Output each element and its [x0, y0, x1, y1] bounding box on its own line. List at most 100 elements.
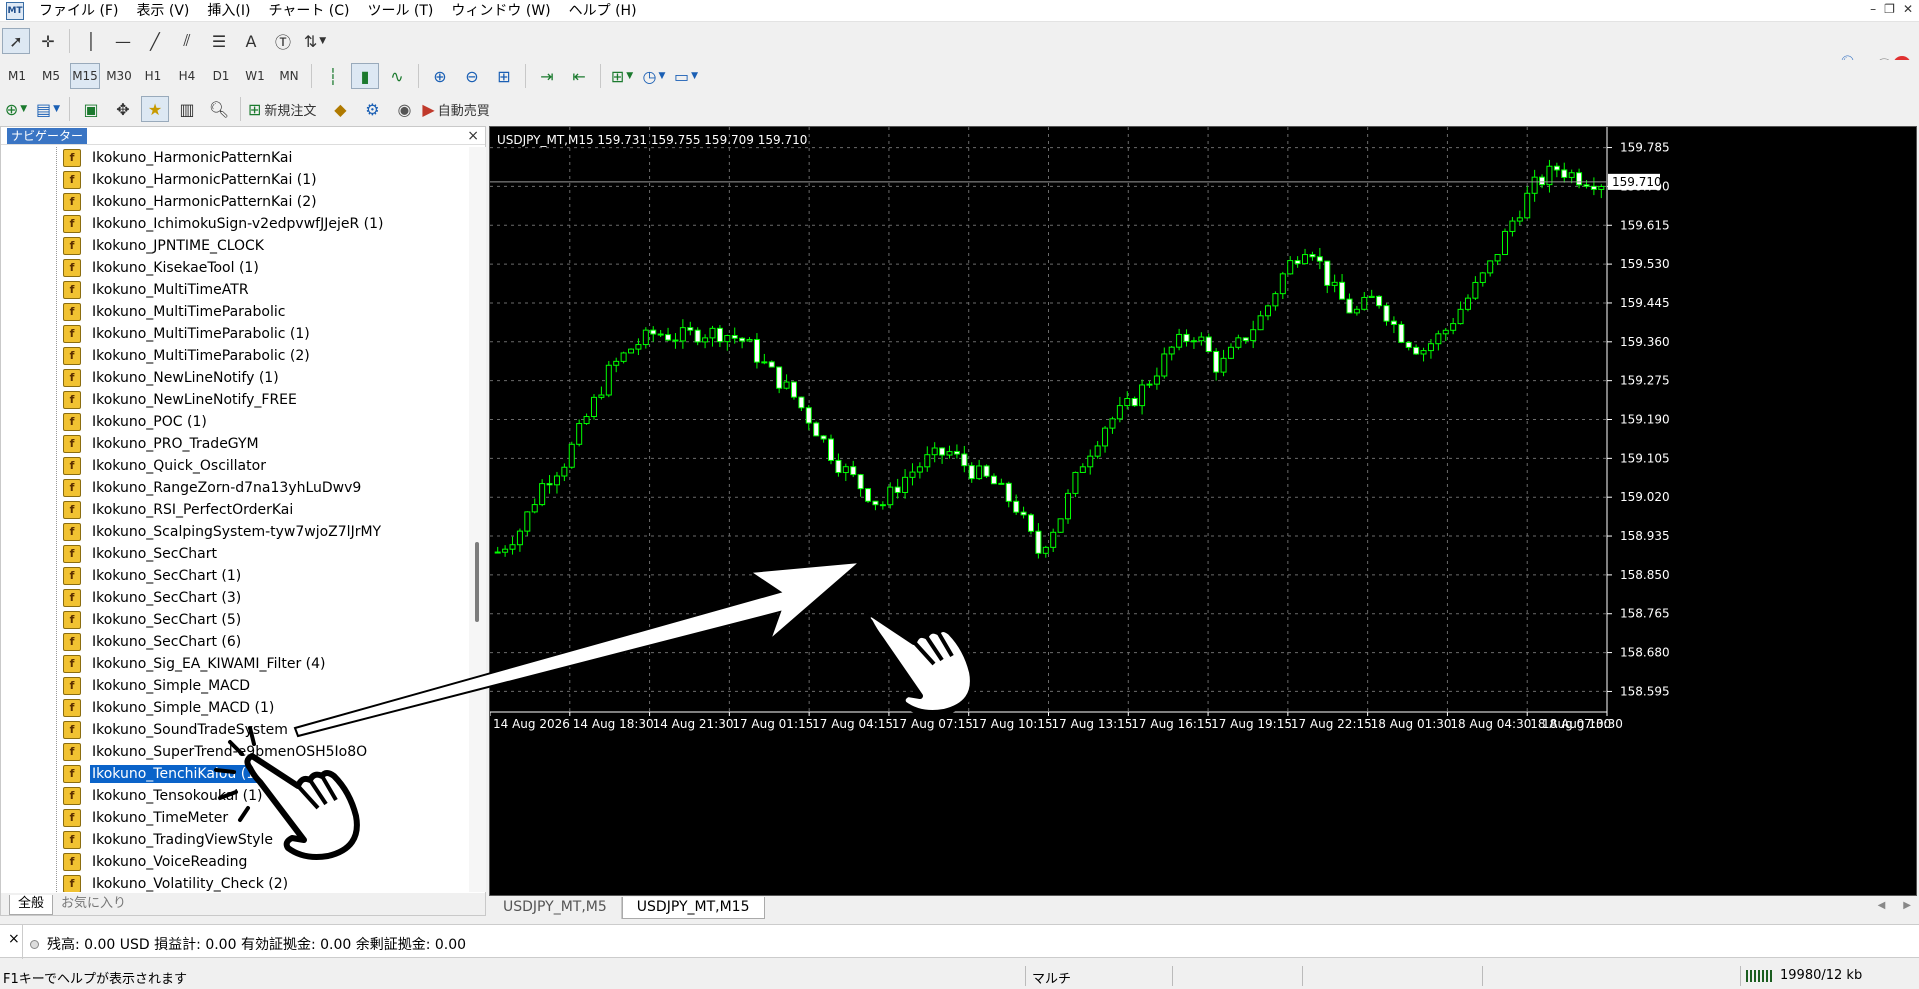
navigator-item[interactable]: f Ikokuno_NewLineNotify_FREE: [63, 389, 299, 411]
navigator-item[interactable]: f Ikokuno_ScalpingSystem-tyw7wjoZ7lJrMY: [63, 521, 383, 543]
profiles-icon[interactable]: ▤ ▼: [34, 96, 62, 122]
navigator-item[interactable]: f Ikokuno_MultiTimeParabolic: [63, 301, 287, 323]
arrows-icon[interactable]: ⇅ ▼: [301, 28, 329, 54]
bar-chart-icon[interactable]: ┆: [319, 63, 347, 89]
options-icon[interactable]: ⚙: [358, 96, 386, 122]
menu-help[interactable]: ヘルプ (H): [560, 1, 646, 21]
terminal-icon[interactable]: ▥: [173, 96, 201, 122]
close-window-icon[interactable]: ✕: [1903, 2, 1913, 16]
timeframe-d1[interactable]: D1: [206, 63, 236, 89]
zoom-in-icon[interactable]: ⊕: [426, 63, 454, 89]
timeframe-mn[interactable]: MN: [274, 63, 304, 89]
arrow-shape: [293, 560, 864, 738]
menu-insert[interactable]: 挿入(I): [198, 1, 259, 21]
navigator-close-button[interactable]: ×: [467, 128, 479, 144]
zoom-out-icon[interactable]: ⊖: [458, 63, 486, 89]
timeframe-w1[interactable]: W1: [240, 63, 270, 89]
navigator-item[interactable]: f Ikokuno_SecChart (5): [63, 609, 243, 631]
text-icon[interactable]: A: [237, 28, 265, 54]
trendline-icon[interactable]: ╱: [141, 28, 169, 54]
candle-body-bull: [783, 381, 790, 389]
horizontal-line-icon[interactable]: —: [109, 28, 137, 54]
timeframe-m15[interactable]: M15: [70, 63, 100, 89]
strategy-tester-icon[interactable]: 🔍︎: [205, 96, 233, 122]
indicators-icon[interactable]: ⊞ ▼: [608, 63, 636, 89]
navigator-item[interactable]: f Ikokuno_SecChart (1): [63, 565, 243, 587]
new-chart-icon[interactable]: ⊕ ▼: [2, 96, 30, 122]
tab-scroll-left-icon[interactable]: ◀: [1878, 900, 1886, 911]
app-icon[interactable]: MT: [6, 1, 24, 20]
navigator-item[interactable]: f Ikokuno_MultiTimeParabolic (2): [63, 345, 312, 367]
navigator-item[interactable]: f Ikokuno_SecChart (3): [63, 587, 243, 609]
navigator-item[interactable]: f Ikokuno_Volatility_Check (2): [63, 873, 290, 892]
tab-scroll-right-icon[interactable]: ▶: [1903, 900, 1911, 911]
metaeditor-icon[interactable]: ◆: [326, 96, 354, 122]
navigator-item[interactable]: f Ikokuno_MultiTimeParabolic (1): [63, 323, 312, 345]
text-label-icon[interactable]: Ⓣ: [269, 28, 297, 54]
navigator-item[interactable]: f Ikokuno_Simple_MACD (1): [63, 697, 276, 719]
terminal-close-button[interactable]: ×: [8, 931, 20, 947]
cursor-icon[interactable]: ➚: [2, 28, 30, 54]
candle-body-bear: [1553, 165, 1560, 171]
periods-clock-icon[interactable]: ◷ ▼: [640, 63, 668, 89]
candle-body-bear: [1020, 511, 1027, 516]
autoscroll-icon[interactable]: ⇥: [533, 63, 561, 89]
navigator-item[interactable]: f Ikokuno_Simple_MACD: [63, 675, 252, 697]
navigator-item[interactable]: f Ikokuno_HarmonicPatternKai: [63, 147, 294, 169]
vertical-line-icon[interactable]: │: [77, 28, 105, 54]
timeframe-m30[interactable]: M30: [104, 63, 134, 89]
restore-icon[interactable]: ❐: [1884, 2, 1895, 16]
auto-trading-button[interactable]: ▶ 自動売買: [422, 96, 495, 122]
fibonacci-icon[interactable]: ☰: [205, 28, 233, 54]
navigator-item[interactable]: f Ikokuno_JPNTIME_CLOCK: [63, 235, 266, 257]
minimize-icon[interactable]: –: [1870, 2, 1876, 16]
navigator-item[interactable]: f Ikokuno_Quick_Oscillator: [63, 455, 268, 477]
navigator-item[interactable]: f Ikokuno_HarmonicPatternKai (1): [63, 169, 319, 191]
signals-icon[interactable]: ◉: [390, 96, 418, 122]
equidistant-channel-icon[interactable]: ⫽: [173, 28, 201, 54]
navigator-item[interactable]: f Ikokuno_POC (1): [63, 411, 209, 433]
menu-view[interactable]: 表示 (V): [127, 1, 198, 21]
auto-trading-label: 自動売買: [437, 103, 490, 119]
menu-tools[interactable]: ツール (T): [358, 1, 442, 21]
timeframe-h1[interactable]: H1: [138, 63, 168, 89]
candle-body-bull: [1161, 353, 1168, 377]
timeframe-m5[interactable]: M5: [36, 63, 66, 89]
navigator-item[interactable]: f Ikokuno_MultiTimeATR: [63, 279, 251, 301]
navigator-item[interactable]: f Ikokuno_HarmonicPatternKai (2): [63, 191, 319, 213]
tab-usdjpy-m5[interactable]: USDJPY_MT,M5: [489, 897, 622, 919]
timeframe-m1[interactable]: M1: [2, 63, 32, 89]
navigator-item[interactable]: f Ikokuno_TimeMeter: [63, 807, 230, 829]
timeframe-h4[interactable]: H4: [172, 63, 202, 89]
candle-body-bear: [1213, 351, 1220, 373]
account-summary-row[interactable]: 残高: 0.00 USD 損益計: 0.00 有効証拠金: 0.00 余剰証拠金…: [30, 934, 466, 954]
connection-status[interactable]: 19980/12 kb: [1746, 968, 1862, 983]
candlestick-chart-icon[interactable]: ▮: [351, 63, 379, 89]
navigator-icon[interactable]: ★: [141, 96, 169, 122]
crosshair-icon[interactable]: ✛: [34, 28, 62, 54]
line-chart-icon[interactable]: ∿: [383, 63, 411, 89]
tab-usdjpy-m15[interactable]: USDJPY_MT,M15: [621, 897, 765, 919]
tile-windows-icon[interactable]: ⊞: [490, 63, 518, 89]
tab-common[interactable]: 全般: [9, 895, 54, 915]
menu-window[interactable]: ウィンドウ (W): [442, 1, 559, 21]
candle-body-bear: [1005, 482, 1012, 502]
navigator-item[interactable]: f Ikokuno_SecChart: [63, 543, 219, 565]
navigator-item[interactable]: f Ikokuno_NewLineNotify (1): [63, 367, 281, 389]
market-watch-icon[interactable]: ▣: [77, 96, 105, 122]
navigator-item[interactable]: f Ikokuno_RSI_PerfectOrderKai: [63, 499, 295, 521]
navigator-item[interactable]: f Ikokuno_IchimokuSign-v2edpvwfJJejeR (1): [63, 213, 385, 235]
menu-file[interactable]: ファイル (F): [30, 1, 127, 21]
candle-body-bull: [1287, 260, 1294, 275]
navigator-item[interactable]: f Ikokuno_SecChart (6): [63, 631, 243, 653]
menu-chart[interactable]: チャート (C): [259, 1, 358, 21]
tab-favorites[interactable]: お気に入り: [53, 895, 134, 915]
chart-shift-icon[interactable]: ⇤: [565, 63, 593, 89]
new-order-button[interactable]: ⊞ 新規注文: [248, 96, 322, 122]
data-window-icon[interactable]: ✥: [109, 96, 137, 122]
navigator-item[interactable]: f Ikokuno_PRO_TradeGYM: [63, 433, 261, 455]
templates-icon[interactable]: ▭ ▼: [672, 63, 700, 89]
navigator-item[interactable]: f Ikokuno_RangeZorn-d7na13yhLuDwv9: [63, 477, 363, 499]
indicator-icon: f: [63, 567, 81, 585]
navigator-item[interactable]: f Ikokuno_KisekaeTool (1): [63, 257, 261, 279]
